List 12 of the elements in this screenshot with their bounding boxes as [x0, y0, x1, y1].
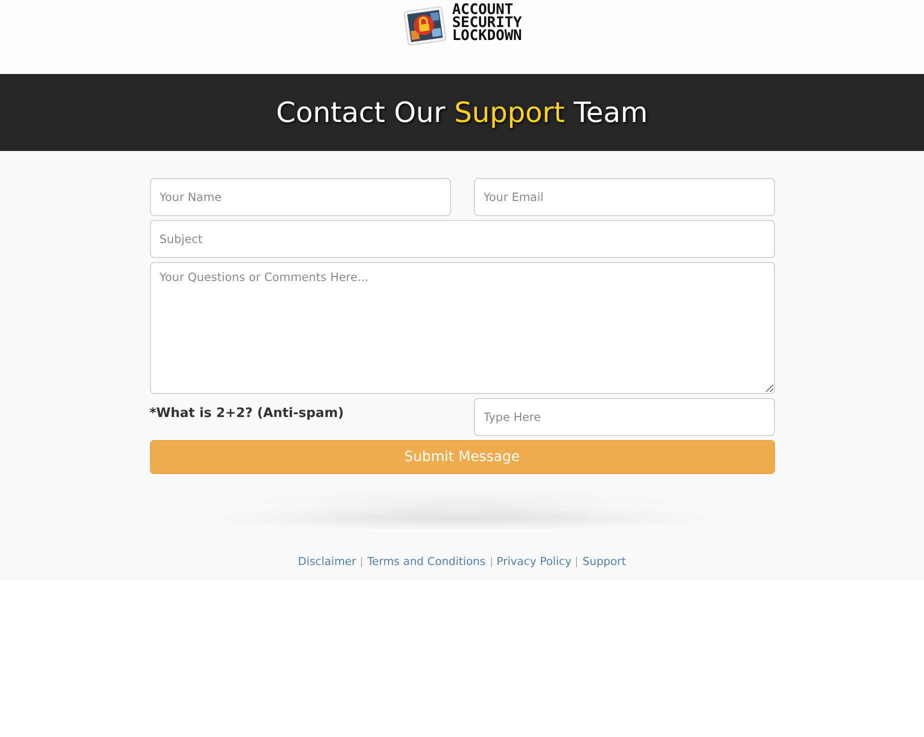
anti-spam-field[interactable]: Type Here [474, 398, 774, 436]
email-field[interactable]: Your Email [474, 178, 774, 216]
footer-link[interactable]: Privacy Policy [496, 555, 572, 568]
page-title: Contact Our Support Team [276, 96, 648, 129]
name-field[interactable]: Your Name [150, 178, 450, 216]
message-field[interactable]: Your Questions or Comments Here... [150, 262, 774, 394]
anti-spam-label: *What is 2+2? (Anti-spam) [150, 405, 344, 421]
subject-field[interactable]: Subject [150, 220, 774, 258]
logo-text: ACCOUNT SECURITY LOCKDOWN [452, 3, 522, 43]
footer-link[interactable]: Disclaimer [298, 555, 356, 568]
footer-link[interactable]: Support [582, 555, 626, 568]
footer-link[interactable]: Terms and Conditions [367, 555, 486, 568]
